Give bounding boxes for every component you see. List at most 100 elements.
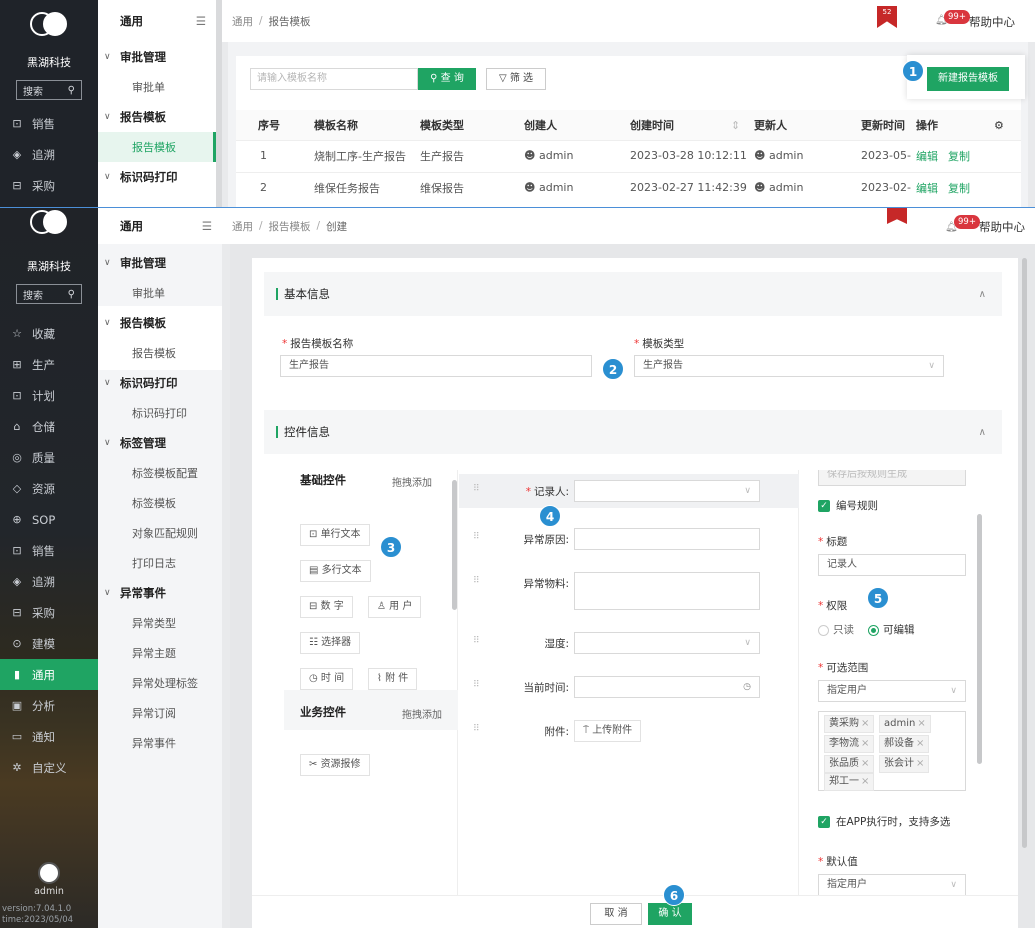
user-tag[interactable]: admin × [879,715,931,733]
close-icon[interactable]: × [917,718,925,729]
nav-modeling[interactable]: ⊙ 建模 [0,628,98,659]
link-label-template-config[interactable]: 标签模板配置 [98,458,222,488]
link-object-match-rule[interactable]: 对象匹配规则 [98,518,222,548]
sort-icon[interactable]: ⇕ [731,119,740,132]
link-approval[interactable]: 审批单 [98,72,216,102]
permission-editable-radio[interactable]: 可编辑 [868,622,915,637]
nav-favorites[interactable]: ☆ 收藏 [0,318,98,349]
sidebar-search[interactable]: 搜索 ⚲ [16,80,82,100]
canvas-field-humidity[interactable]: ⠿ 湿度: ∨ [459,626,799,660]
template-search-input[interactable]: 请输入模板名称 [250,68,418,90]
user-tag[interactable]: 张会计 × [879,755,930,773]
user-tag[interactable]: 郝设备 × [879,735,930,753]
nav-trace[interactable]: ◈ 追溯 [0,139,98,170]
close-icon[interactable]: × [861,776,869,787]
link-print-log[interactable]: 打印日志 [98,548,222,578]
close-icon[interactable]: × [916,758,924,769]
group-exception[interactable]: ∨ 异常事件 [98,578,222,608]
nav-purchase[interactable]: ⊟ 采购 [0,170,98,201]
control-resource-repair[interactable]: ✂ 资源报修 [300,754,370,776]
group-code-print[interactable]: ∨ 标识码打印 [98,368,222,398]
group-approval[interactable]: ∨ 审批管理 [98,42,216,72]
user-tag[interactable]: 李物流 × [824,735,875,753]
canvas-field-attachment[interactable]: ⠿ 附件: ⍑ 上传附件 [459,714,799,748]
group-code-print[interactable]: ∨ 标识码打印 [98,162,216,192]
group-approval[interactable]: ∨ 审批管理 [98,248,222,278]
nav-production[interactable]: ⊞ 生产 [0,349,98,380]
help-center-link[interactable]: 帮助中心 [979,219,1025,235]
selected-users-box[interactable]: 黄采购 × admin × 李物流 × 郝设备 × 张品质 × 张会计 × 郑工一 × [818,711,966,791]
title-input[interactable]: 记录人 [818,554,966,576]
link-exception-type[interactable]: 异常类型 [98,608,222,638]
close-icon[interactable]: × [916,738,924,749]
template-name-input[interactable]: 生产报告 [280,355,592,377]
drag-handle-icon[interactable]: ⠿ [473,680,480,690]
user-tag[interactable]: 张品质 × [824,755,875,773]
control-multi-text[interactable]: ▤ 多行文本 [300,560,371,582]
control-selector[interactable]: ☷ 选择器 [300,632,361,654]
breadcrumb-general[interactable]: 通用 [232,14,253,29]
nav-notify[interactable]: ▭ 通知 [0,721,98,752]
canvas-field-recorder[interactable]: ⠿ * 记录人: ∨ [459,474,799,508]
cancel-button[interactable]: 取 消 [590,903,642,925]
canvas-field-abnormal-material[interactable]: ⠿ 异常物料: [459,566,799,616]
link-exception-subscription[interactable]: 异常订阅 [98,698,222,728]
default-value-select[interactable]: 指定用户 ∨ [818,874,966,896]
property-scrollbar[interactable] [977,514,982,764]
section-basic-info[interactable]: 基本信息 ∧ [264,272,1002,316]
drag-handle-icon[interactable]: ⠿ [473,636,480,646]
app-multi-select-checkbox[interactable]: ✓ 在APP执行时，支持多选 [818,814,950,829]
control-number[interactable]: ⊟ 数 字 [300,596,353,618]
numbering-rule-checkbox[interactable]: ✓ 编号规则 [818,498,878,513]
canvas-field-current-time[interactable]: ⠿ 当前时间: ◷ [459,670,799,704]
group-label-management[interactable]: ∨ 标签管理 [98,428,222,458]
group-report-template[interactable]: ∨ 报告模板 [98,102,216,132]
nav-general[interactable]: ▮ 通用 [0,659,98,690]
query-button[interactable]: ⚲ 查 询 [418,68,476,90]
close-icon[interactable]: × [861,718,869,729]
link-label-template[interactable]: 标签模板 [98,488,222,518]
nav-custom[interactable]: ✲ 自定义 [0,752,98,783]
help-center-link[interactable]: 帮助中心 [969,14,1015,30]
range-select[interactable]: 指定用户 ∨ [818,680,966,702]
table-row[interactable]: 1 烧制工序-生产报告 生产报告 ☻ admin 2023-03-28 10:1… [236,140,1021,170]
chevron-up-icon[interactable]: ∧ [979,289,986,300]
group-report-template[interactable]: ∨ 报告模板 [98,308,222,338]
drag-handle-icon[interactable]: ⠿ [473,724,480,734]
close-icon[interactable]: × [861,738,869,749]
user-tag[interactable]: 黄采购 × [824,715,875,733]
link-exception-topic[interactable]: 异常主题 [98,638,222,668]
nav-resource[interactable]: ◇ 资源 [0,473,98,504]
nav-plan[interactable]: ⊡ 计划 [0,380,98,411]
canvas-field-abnormal-reason[interactable]: ⠿ 异常原因: [459,522,799,556]
nav-analysis[interactable]: ▣ 分析 [0,690,98,721]
nav-quality[interactable]: ◎ 质量 [0,442,98,473]
link-approval[interactable]: 审批单 [98,278,222,308]
close-icon[interactable]: × [861,758,869,769]
palette-scrollbar[interactable] [452,480,457,610]
control-time[interactable]: ◷ 时 间 [300,668,354,690]
link-exception-event[interactable]: 异常事件 [98,728,222,758]
nav-warehouse[interactable]: ⌂ 仓储 [0,411,98,442]
avatar[interactable] [38,862,60,884]
nav-trace[interactable]: ◈ 追溯 [0,566,98,597]
copy-link[interactable]: 复制 [948,180,970,196]
user-tag[interactable]: 郑工一 × [824,773,875,791]
control-attachment[interactable]: ⌇ 附 件 [368,668,418,690]
template-type-select[interactable]: 生产报告 ∨ [634,355,944,377]
sidebar-search[interactable]: 搜索 ⚲ [16,284,82,304]
link-report-template[interactable]: 报告模板 [98,338,222,368]
collapse-icon[interactable]: ☰ [202,219,212,233]
collapse-icon[interactable]: ☰ [196,14,206,28]
upload-attachment-button[interactable]: ⍑ 上传附件 [574,720,642,742]
edit-link[interactable]: 编辑 [916,180,938,196]
control-user[interactable]: ♙ 用 户 [368,596,422,618]
breadcrumb-general[interactable]: 通用 [232,219,253,234]
new-report-template-button[interactable]: 新建报告模板 [927,67,1009,91]
breadcrumb-report-template[interactable]: 报告模板 [269,219,311,234]
chevron-up-icon[interactable]: ∧ [979,427,986,438]
table-row[interactable]: 2 维保任务报告 维保报告 ☻ admin 2023-02-27 11:42:3… [236,172,1021,202]
drag-handle-icon[interactable]: ⠿ [473,484,480,494]
link-exception-handling-tag[interactable]: 异常处理标签 [98,668,222,698]
nav-sop[interactable]: ⊕ SOP [0,504,98,535]
